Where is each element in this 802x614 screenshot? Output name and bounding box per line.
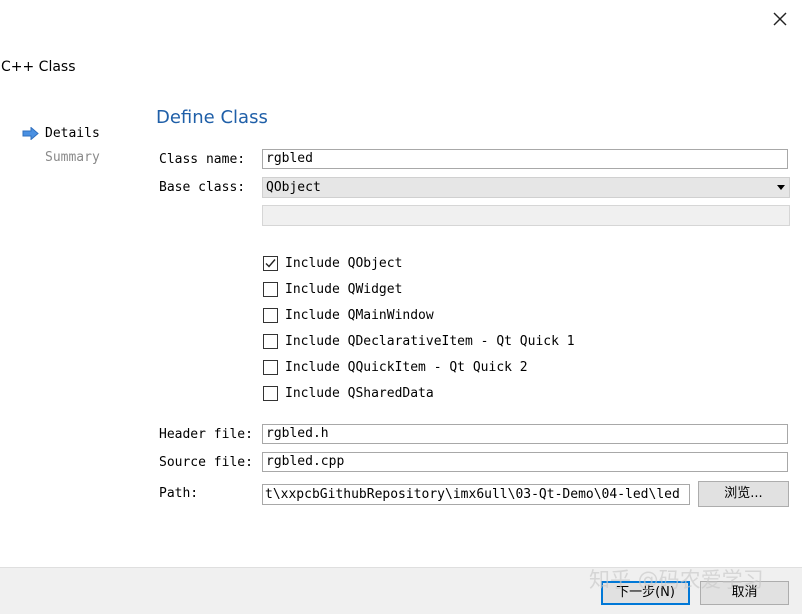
checkmark-icon [265,259,276,268]
include-qquickitem-checkbox[interactable] [263,360,278,375]
checkbox-label: Include QObject [285,256,403,271]
page-title: Define Class [156,107,268,128]
footer-bar: 下一步(N) 取消 [0,567,802,614]
disabled-field [262,205,790,226]
checkbox-label: Include QDeclarativeItem - Qt Quick 1 [285,334,575,349]
close-icon [773,12,787,26]
browse-button[interactable]: 浏览... [698,481,789,507]
path-input[interactable]: t\xxpcbGithubRepository\imx6ull\03-Qt-De… [262,484,690,505]
include-qshareddata-checkbox[interactable] [263,386,278,401]
source-file-label: Source file: [159,455,253,470]
next-button[interactable]: 下一步(N) [601,581,690,605]
path-label: Path: [159,486,199,501]
include-qdeclarativeitem-checkbox[interactable] [263,334,278,349]
class-name-input[interactable]: rgbled [262,149,788,169]
base-class-label: Base class: [159,180,246,195]
header-file-label: Header file: [159,427,253,442]
wizard-step-label: Summary [45,150,100,165]
base-class-select[interactable]: QObject [262,177,790,198]
path-value: t\xxpcbGithubRepository\imx6ull\03-Qt-De… [265,487,680,502]
source-file-input[interactable]: rgbled.cpp [262,452,788,472]
checkbox-label: Include QWidget [285,282,403,297]
checkbox-label: Include QMainWindow [285,308,434,323]
include-qobject-checkbox[interactable] [263,256,278,271]
include-qwidget-checkbox[interactable] [263,282,278,297]
arrow-right-icon [22,127,39,140]
include-qmainwindow-checkbox[interactable] [263,308,278,323]
window-title: C++ Class [1,59,76,75]
chevron-down-icon [777,185,785,190]
checkbox-label: Include QSharedData [285,386,434,401]
header-file-input[interactable]: rgbled.h [262,424,788,444]
base-class-value: QObject [266,180,321,195]
close-button[interactable] [766,4,794,32]
wizard-step-label: Details [45,126,100,141]
cancel-button[interactable]: 取消 [700,581,789,605]
class-name-label: Class name: [159,152,246,167]
wizard-window: C++ Class Details Summary Define Class C… [0,0,802,614]
checkbox-label: Include QQuickItem - Qt Quick 2 [285,360,528,375]
